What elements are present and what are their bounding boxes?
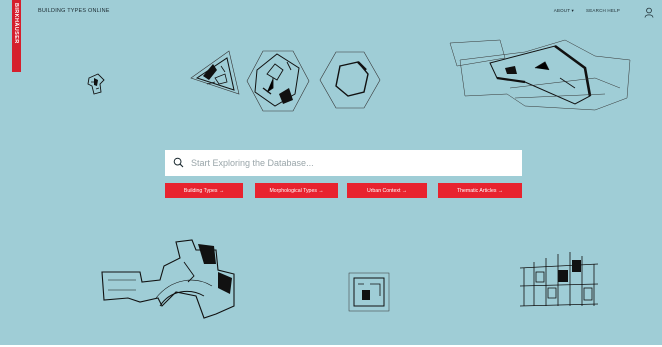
top-nav: ABOUT ▾ SEARCH HELP [554,8,620,14]
square-plan-drawing [348,272,390,314]
large-plan-drawing [445,38,635,113]
hexagon-plan-drawing [243,48,313,114]
nav-search-help[interactable]: SEARCH HELP [586,8,620,14]
brand-label: BIRKHÄUSER [13,3,19,44]
thematic-articles-button[interactable]: Thematic Articles → [438,183,522,198]
user-icon[interactable] [644,5,654,18]
site-title[interactable]: BUILDING TYPES ONLINE [38,8,110,14]
nav-about[interactable]: ABOUT ▾ [554,8,574,14]
urban-context-button[interactable]: Urban Context → [347,183,427,198]
curved-plan-drawing [100,236,240,322]
search-input[interactable] [191,155,511,171]
brand-tab[interactable]: BIRKHÄUSER [12,0,21,72]
morphological-types-button[interactable]: Morphological Types → [255,183,338,198]
search-icon[interactable] [173,157,184,168]
octagon-plan-drawing [318,50,382,112]
search-bar [165,150,522,176]
small-plan-drawing [86,72,106,96]
grid-plan-drawing [518,246,600,312]
triangle-plan-drawing [185,48,245,104]
landing-stage: BIRKHÄUSER BUILDING TYPES ONLINE ABOUT ▾… [0,0,662,345]
building-types-button[interactable]: Building Types → [165,183,243,198]
